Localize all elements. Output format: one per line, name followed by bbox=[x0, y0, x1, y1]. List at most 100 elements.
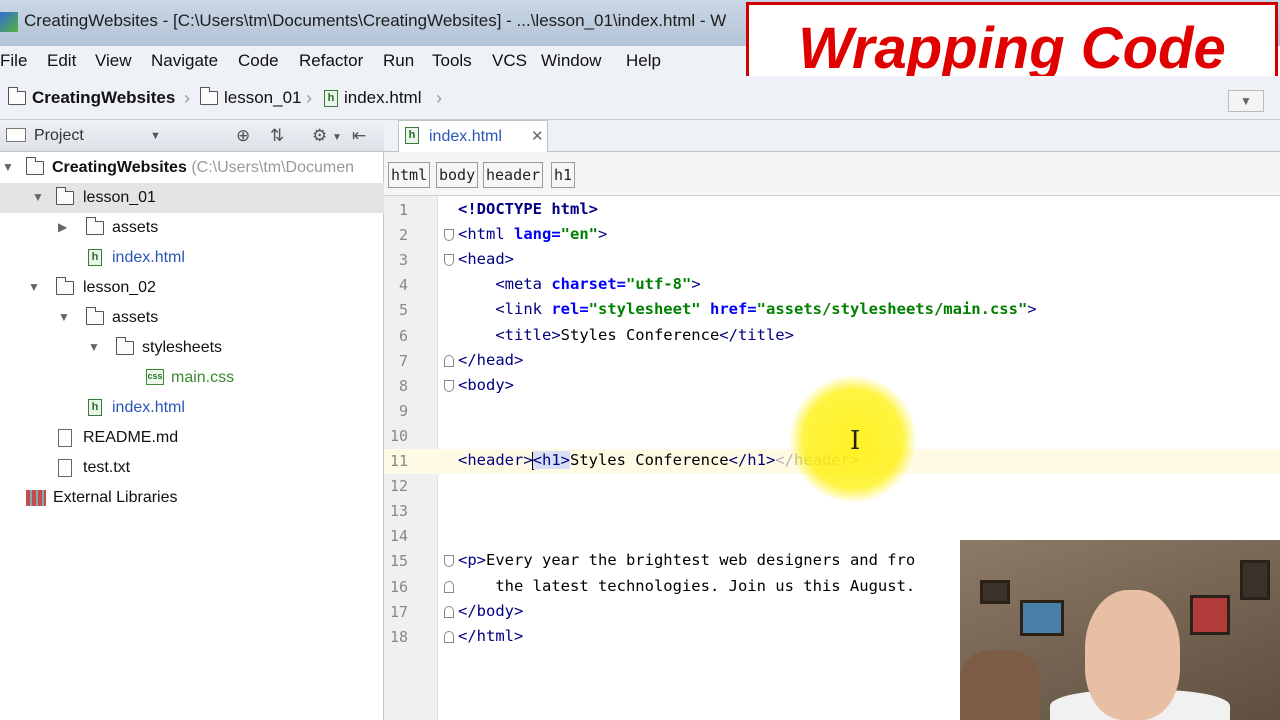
tree-item-project-root[interactable]: ▼ CreatingWebsites (C:\Users\tm\Documen bbox=[0, 153, 384, 183]
code-line[interactable]: 4 <meta charset="utf-8"> bbox=[384, 273, 1280, 298]
fold-marker-icon[interactable] bbox=[444, 254, 454, 267]
menu-edit[interactable]: Edit bbox=[47, 51, 76, 71]
tree-item-index-html[interactable]: h index.html bbox=[0, 393, 384, 423]
collapse-arrow-icon[interactable]: ▶ bbox=[58, 220, 67, 234]
wall-picture bbox=[1240, 560, 1270, 600]
code-line[interactable]: 9 bbox=[384, 399, 1280, 424]
line-number: 11 bbox=[389, 452, 408, 470]
expand-arrow-icon[interactable]: ▼ bbox=[88, 340, 100, 354]
expand-arrow-icon[interactable]: ▼ bbox=[58, 310, 70, 324]
line-number: 7 bbox=[398, 351, 408, 370]
tree-item-lesson-02[interactable]: ▼ lesson_02 bbox=[0, 273, 384, 303]
fold-marker-icon[interactable] bbox=[444, 555, 454, 568]
code-line[interactable]: 3 <head> bbox=[384, 248, 1280, 273]
project-view-selector[interactable]: Project bbox=[34, 127, 84, 145]
code-text: the latest technologies. Join us this Au… bbox=[458, 576, 916, 595]
menu-view[interactable]: View bbox=[95, 51, 132, 71]
line-number: 6 bbox=[398, 326, 408, 345]
menu-refactor[interactable]: Refactor bbox=[299, 51, 363, 71]
code-line[interactable]: 10 bbox=[384, 424, 1280, 449]
tree-item-lesson-01[interactable]: ▼ lesson_01 bbox=[0, 183, 384, 213]
expand-arrow-icon[interactable]: ▼ bbox=[28, 280, 40, 294]
tag-crumb-html[interactable]: html bbox=[388, 162, 431, 188]
line-number: 4 bbox=[398, 276, 408, 295]
folder-icon bbox=[199, 87, 218, 105]
fold-marker-icon[interactable] bbox=[444, 229, 454, 242]
fold-marker-icon[interactable] bbox=[444, 605, 454, 618]
chevron-right-icon: › bbox=[436, 88, 442, 108]
code-text: <meta charset="utf-8"> bbox=[495, 275, 701, 294]
tag-crumb-body[interactable]: body bbox=[436, 162, 479, 188]
expand-arrow-icon[interactable]: ▼ bbox=[32, 190, 44, 204]
folder-icon bbox=[55, 187, 74, 205]
tag-crumb-h1[interactable]: h1 bbox=[551, 162, 576, 188]
menu-file[interactable]: File bbox=[0, 51, 27, 71]
tag-crumb-header[interactable]: header bbox=[483, 162, 544, 188]
code-line[interactable]: 2 <html lang="en"> bbox=[384, 223, 1280, 248]
code-text: <p>Every year the brightest web designer… bbox=[458, 551, 916, 570]
tree-item-test-txt[interactable]: test.txt bbox=[0, 453, 384, 483]
code-line[interactable]: 12 bbox=[384, 474, 1280, 499]
tag-breadcrumb-bar: html body header h1 bbox=[384, 152, 1280, 196]
chevron-down-icon[interactable]: ▼ bbox=[150, 130, 161, 142]
tree-item-stylesheets[interactable]: ▼ stylesheets bbox=[0, 333, 384, 363]
fold-marker-icon[interactable] bbox=[444, 379, 454, 392]
css-file-icon: css bbox=[146, 369, 164, 385]
tree-item-readme[interactable]: README.md bbox=[0, 423, 384, 453]
code-line[interactable]: 6 <title>Styles Conference</title> bbox=[384, 324, 1280, 349]
line-number: 13 bbox=[389, 502, 408, 521]
menu-help[interactable]: Help bbox=[626, 51, 661, 71]
html-file-icon: h bbox=[324, 89, 338, 107]
fold-marker-icon[interactable] bbox=[444, 580, 454, 593]
nav-dropdown-button[interactable]: ▼ bbox=[1228, 90, 1264, 112]
hide-panel-icon[interactable]: ⇤ bbox=[352, 126, 366, 146]
menu-bar: File Edit View Navigate Code Refactor Ru… bbox=[0, 46, 746, 76]
html-file-icon: h bbox=[88, 399, 102, 416]
folder-icon bbox=[85, 307, 104, 325]
editor-tab-strip: h index.html ✕ bbox=[384, 120, 1280, 152]
webcam-overlay bbox=[960, 540, 1280, 720]
code-line[interactable]: 5 <link rel="stylesheet" href="assets/st… bbox=[384, 298, 1280, 323]
tree-item-assets[interactable]: ▶ assets bbox=[0, 213, 384, 243]
locate-icon[interactable]: ⊕ bbox=[236, 126, 250, 146]
tree-item-index-html[interactable]: h index.html bbox=[0, 243, 384, 273]
line-number: 2 bbox=[398, 226, 408, 245]
breadcrumb-folder[interactable]: lesson_01 bbox=[199, 87, 302, 108]
collapse-all-icon[interactable]: ⇅ bbox=[270, 126, 284, 146]
expand-arrow-icon[interactable]: ▼ bbox=[2, 160, 14, 174]
chevron-down-icon[interactable]: ▼ bbox=[332, 132, 342, 143]
gear-icon[interactable]: ⚙ bbox=[312, 126, 327, 146]
line-number: 16 bbox=[389, 577, 408, 596]
tree-item-assets[interactable]: ▼ assets bbox=[0, 303, 384, 333]
menu-run[interactable]: Run bbox=[383, 51, 414, 71]
breadcrumb-project[interactable]: CreatingWebsites bbox=[7, 87, 175, 108]
code-line[interactable]: 13 bbox=[384, 499, 1280, 524]
code-text: </body> bbox=[458, 601, 524, 620]
folder-icon bbox=[25, 157, 44, 175]
line-number: 14 bbox=[389, 527, 408, 546]
menu-window[interactable]: Window bbox=[541, 51, 601, 71]
folder-icon bbox=[55, 277, 74, 295]
breadcrumb-file[interactable]: h index.html bbox=[324, 88, 421, 108]
menu-vcs[interactable]: VCS bbox=[492, 51, 527, 71]
code-line[interactable]: 7 </head> bbox=[384, 349, 1280, 374]
code-text: <html lang="en"> bbox=[458, 225, 608, 244]
html-file-icon: h bbox=[88, 249, 102, 266]
code-line[interactable]: 1 <!DOCTYPE html> bbox=[384, 198, 1280, 223]
text-file-icon bbox=[58, 459, 72, 477]
folder-icon bbox=[85, 217, 104, 235]
fold-marker-icon[interactable] bbox=[444, 354, 454, 367]
tree-item-external-libraries[interactable]: External Libraries bbox=[0, 483, 384, 513]
code-line[interactable]: 8 <body> bbox=[384, 374, 1280, 399]
code-line[interactable]: 11 <header><h1>Styles Conference</h1></he… bbox=[384, 449, 1280, 474]
menu-code[interactable]: Code bbox=[238, 51, 279, 71]
line-number: 3 bbox=[398, 251, 408, 270]
menu-tools[interactable]: Tools bbox=[432, 51, 472, 71]
tree-item-main-css[interactable]: css main.css bbox=[0, 363, 384, 393]
webstorm-logo-icon bbox=[0, 12, 18, 32]
menu-navigate[interactable]: Navigate bbox=[151, 51, 218, 71]
close-icon[interactable]: ✕ bbox=[531, 127, 544, 145]
line-number: 18 bbox=[389, 627, 408, 646]
tab-index-html[interactable]: h index.html ✕ bbox=[398, 120, 548, 152]
fold-marker-icon[interactable] bbox=[444, 630, 454, 643]
